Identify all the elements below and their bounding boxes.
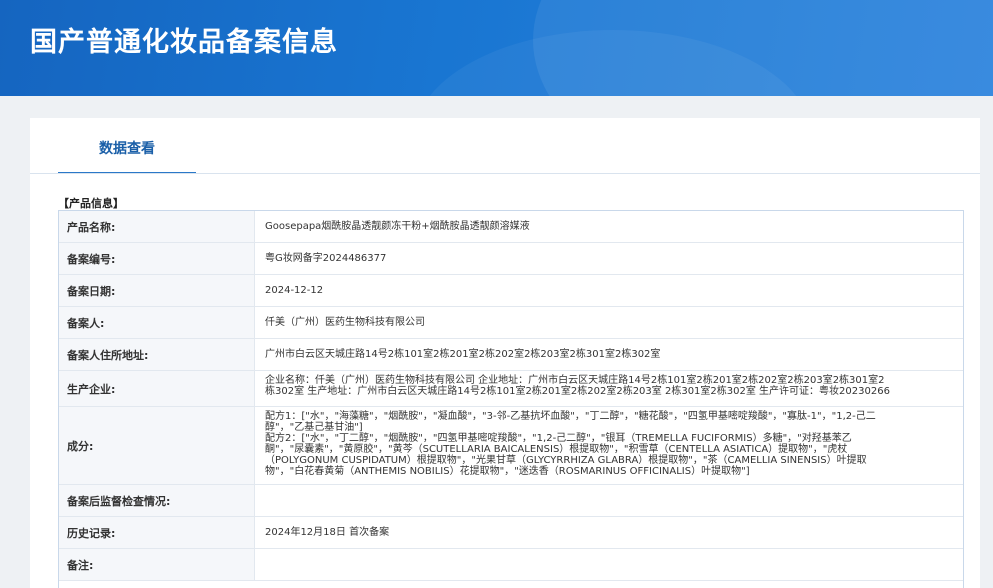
field-label: 备案后监督检查情况:	[59, 485, 255, 516]
row-remarks: 备注:	[59, 549, 963, 581]
row-product-name: 产品名称: Goosepapa烟酰胺晶透靓颜冻干粉+烟酰胺晶透靓颜溶媒液	[59, 211, 963, 243]
field-value: 2024-12-12	[265, 285, 324, 296]
value-line: 酮"，"尿囊素"，"黄原胶"，"黄芩（SCUTELLARIA BAICALENS…	[265, 444, 848, 455]
value-line: 栋302室 生产地址：广州市白云区天城庄路14号2栋101室2栋201室2栋20…	[265, 386, 890, 397]
row-registration-number: 备案编号: 粤G妆网备字2024486377	[59, 243, 963, 275]
field-value	[265, 549, 957, 580]
tab-divider	[30, 173, 980, 174]
row-manufacturer: 生产企业: 企业名称：仟美（广州）医药生物科技有限公司 企业地址：广州市白云区天…	[59, 371, 963, 407]
field-label: 历史记录:	[59, 517, 255, 548]
field-value: Goosepapa烟酰胺晶透靓颜冻干粉+烟酰胺晶透靓颜溶媒液	[265, 221, 530, 232]
page-title: 国产普通化妆品备案信息	[30, 27, 338, 58]
row-registrant: 备案人: 仟美（广州）医药生物科技有限公司	[59, 307, 963, 339]
value-line: 企业名称：仟美（广州）医药生物科技有限公司 企业地址：广州市白云区天城庄路14号…	[265, 375, 885, 386]
field-label: 成分:	[59, 407, 255, 484]
tab-data-view[interactable]: 数据查看	[58, 138, 196, 174]
field-label: 备案人住所地址:	[59, 339, 255, 370]
value-line: 配方2：["水"，"丁二醇"，"烟酰胺"，"四氢甲基嘧啶羧酸"，"1,2-己二醇…	[265, 433, 852, 444]
field-value: 企业名称：仟美（广州）医药生物科技有限公司 企业地址：广州市白云区天城庄路14号…	[265, 371, 957, 406]
field-value	[265, 485, 957, 516]
row-ingredients: 成分: 配方1：["水"，"海藻糖"，"烟酰胺"，"凝血酸"，"3-邻-乙基抗坏…	[59, 407, 963, 485]
value-line: 配方1：["水"，"海藻糖"，"烟酰胺"，"凝血酸"，"3-邻-乙基抗坏血酸"，…	[265, 411, 876, 422]
product-info-table: 产品名称: Goosepapa烟酰胺晶透靓颜冻干粉+烟酰胺晶透靓颜溶媒液 备案编…	[58, 210, 964, 588]
field-label: 备案编号:	[59, 243, 255, 274]
tab-bar: 数据查看	[30, 118, 980, 174]
section-title: 【产品信息】	[58, 197, 124, 210]
field-label: 备案人:	[59, 307, 255, 338]
field-value: 仟美（广州）医药生物科技有限公司	[265, 317, 425, 328]
row-registrant-address: 备案人住所地址: 广州市白云区天城庄路14号2栋101室2栋201室2栋202室…	[59, 339, 963, 371]
value-line: 醇"，"乙基己基甘油"]	[265, 422, 363, 433]
row-history: 历史记录: 2024年12月18日 首次备案	[59, 517, 963, 549]
value-line: 物"，"白花春黄菊（ANTHEMIS NOBILIS）花提取物"，"迷迭香（RO…	[265, 466, 750, 477]
field-label: 备注:	[59, 549, 255, 580]
header-banner: 国产普通化妆品备案信息	[0, 0, 993, 96]
content-panel: 数据查看 【产品信息】 产品名称: Goosepapa烟酰胺晶透靓颜冻干粉+烟酰…	[30, 118, 980, 588]
field-value: 粤G妆网备字2024486377	[265, 253, 387, 264]
field-value: 2024年12月18日 首次备案	[265, 527, 390, 538]
field-label: 生产企业:	[59, 371, 255, 406]
row-registration-date: 备案日期: 2024-12-12	[59, 275, 963, 307]
field-label: 产品名称:	[59, 211, 255, 242]
row-supervision-check: 备案后监督检查情况:	[59, 485, 963, 517]
field-label: 备案日期:	[59, 275, 255, 306]
field-value: 广州市白云区天城庄路14号2栋101室2栋201室2栋202室2栋203室2栋3…	[265, 349, 661, 360]
field-value: 配方1：["水"，"海藻糖"，"烟酰胺"，"凝血酸"，"3-邻-乙基抗坏血酸"，…	[265, 407, 957, 484]
value-line: （POLYGONUM CUSPIDATUM）根提取物"，"光果甘草（GLYCYR…	[265, 455, 867, 466]
